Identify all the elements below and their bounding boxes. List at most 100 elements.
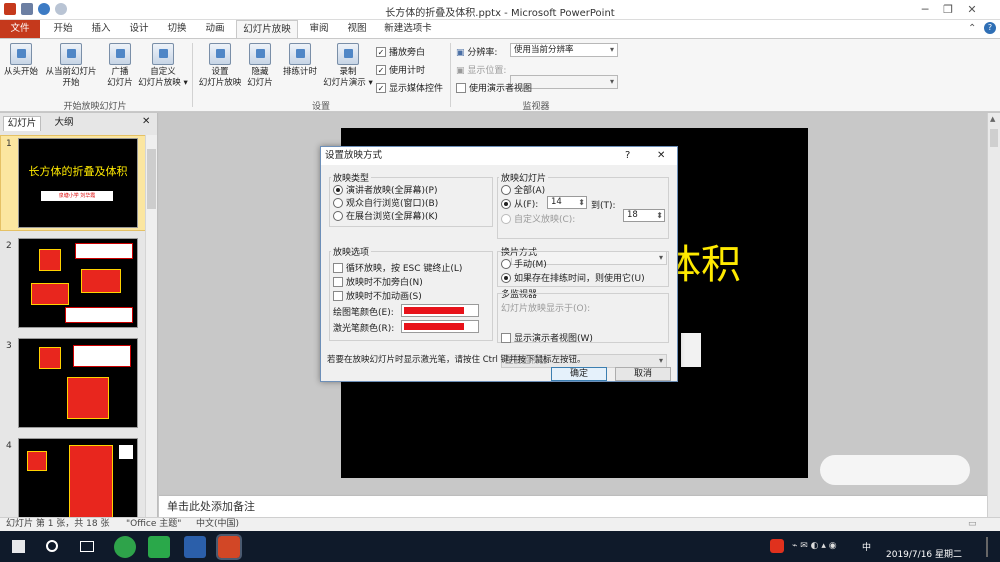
tab-design[interactable]: 设计 bbox=[122, 20, 156, 38]
radio-kiosk[interactable]: 在展台浏览(全屏幕)(K) bbox=[333, 209, 438, 222]
cuboid-shape bbox=[31, 283, 69, 305]
setup-show-icon bbox=[209, 43, 231, 65]
callout-box bbox=[119, 445, 133, 459]
browser-360-icon[interactable] bbox=[114, 536, 136, 558]
iqiyi-icon[interactable] bbox=[148, 536, 170, 558]
notes-pane[interactable]: 单击此处添加备注 bbox=[159, 495, 987, 517]
tab-home[interactable]: 开始 bbox=[46, 20, 80, 38]
windows-start-icon[interactable] bbox=[12, 540, 25, 553]
setup-show-button[interactable]: 设置 幻灯片放映 bbox=[196, 43, 244, 89]
ok-button[interactable]: 确定 bbox=[551, 367, 607, 381]
no-narration-checkbox[interactable]: 放映时不加旁白(N) bbox=[333, 275, 423, 288]
from-slide-input[interactable]: 14 bbox=[547, 196, 587, 209]
cancel-button[interactable]: 取消 bbox=[615, 367, 671, 381]
radio-from[interactable]: 从(F): bbox=[501, 197, 538, 210]
tab-slides[interactable]: 幻灯片 bbox=[3, 116, 41, 131]
record-show-button[interactable]: 录制 幻灯片演示 ▾ bbox=[322, 43, 374, 89]
use-presenter-view-checkbox[interactable]: 使用演示者视图 bbox=[456, 81, 532, 94]
broadcast-icon bbox=[109, 43, 131, 65]
from-start-button[interactable]: 从头开始 bbox=[2, 43, 40, 78]
radio-use-timings[interactable]: 如果存在排练时间，则使用它(U) bbox=[501, 271, 645, 284]
ribbon-collapse-icon[interactable]: ⌃ bbox=[968, 23, 976, 34]
callout-box bbox=[65, 307, 133, 323]
editor-scrollbar[interactable]: ▲ bbox=[987, 113, 1000, 517]
color-swatch bbox=[404, 307, 464, 314]
clock[interactable]: 2019/7/16 星期二 bbox=[886, 547, 962, 560]
scroll-up-icon[interactable]: ▲ bbox=[990, 115, 995, 123]
laser-color-label: 激光笔颜色(R): bbox=[333, 324, 395, 334]
task-view-icon[interactable] bbox=[80, 541, 94, 552]
radio-all[interactable]: 全部(A) bbox=[501, 183, 545, 196]
tab-slideshow[interactable]: 幻灯片放映 bbox=[236, 20, 298, 39]
group-label-monitors: 监视器 bbox=[522, 102, 550, 112]
scrollbar-thumb[interactable] bbox=[990, 129, 998, 147]
setup-show-dialog: 设置放映方式 ? ✕ 放映类型 演讲者放映(全屏幕)(P) 观众自行浏览(窗口)… bbox=[320, 146, 678, 382]
hide-slide-button[interactable]: 隐藏 幻灯片 bbox=[244, 43, 276, 89]
help-button[interactable]: ? bbox=[625, 150, 630, 161]
tab-insert[interactable]: 插入 bbox=[84, 20, 118, 38]
rehearse-timings-button[interactable]: 排练计时 bbox=[280, 43, 320, 78]
close-button[interactable]: ✕ bbox=[962, 3, 982, 16]
monitor-icon: ▣ bbox=[456, 48, 468, 58]
ribbon-separator bbox=[192, 43, 193, 107]
play-narrations-checkbox[interactable]: ✓ 播放旁白 bbox=[376, 45, 425, 58]
ime-indicator[interactable]: 中 bbox=[862, 540, 871, 553]
pen-color-picker[interactable] bbox=[401, 304, 479, 317]
slide-thumbnail-4[interactable] bbox=[18, 438, 138, 528]
sogou-ime-icon[interactable] bbox=[770, 539, 784, 553]
no-animation-checkbox[interactable]: 放映时不加动画(S) bbox=[333, 289, 422, 302]
word-icon[interactable] bbox=[184, 536, 206, 558]
to-slide-input[interactable]: 18 bbox=[623, 209, 665, 222]
group-label-start: 开始放映幻灯片 bbox=[63, 102, 127, 112]
slide-counter: 幻灯片 第 1 张，共 18 张 bbox=[6, 519, 110, 529]
presenter-view-checkbox[interactable]: 显示演示者视图(W) bbox=[501, 331, 593, 344]
use-timings-checkbox[interactable]: ✓ 使用计时 bbox=[376, 63, 425, 76]
laser-color-picker[interactable] bbox=[401, 320, 479, 333]
scrollbar-thumb[interactable] bbox=[147, 149, 156, 209]
tab-file[interactable]: 文件 bbox=[0, 20, 40, 38]
tab-new[interactable]: 新建选项卡 bbox=[380, 20, 436, 38]
restore-button[interactable]: ❐ bbox=[938, 3, 958, 16]
slide-thumbnail-1[interactable]: 长方体的折叠及体积 泉塘小学 刘华霞 bbox=[18, 138, 138, 228]
tab-animations[interactable]: 动画 bbox=[198, 20, 232, 38]
tab-view[interactable]: 视图 bbox=[340, 20, 374, 38]
cube-shape bbox=[39, 347, 61, 369]
slide-number: 3 bbox=[6, 341, 12, 351]
show-on-label: ▣ 显示位置: bbox=[456, 66, 507, 76]
radio-custom-show[interactable]: 自定义放映(C): bbox=[501, 212, 575, 225]
slide-thumbnail-3[interactable] bbox=[18, 338, 138, 428]
check-icon: ✓ bbox=[376, 64, 386, 75]
resolution-select[interactable]: 使用当前分辨率 bbox=[510, 43, 618, 57]
tray-icons[interactable]: ⌁ ✉ ◐ ▴ ◉ bbox=[792, 541, 837, 551]
radio-manual[interactable]: 手动(M) bbox=[501, 257, 547, 270]
title-bar: 长方体的折叠及体积.pptx - Microsoft PowerPoint ─ … bbox=[0, 0, 1000, 20]
slide-number: 1 bbox=[6, 139, 12, 149]
color-swatch bbox=[404, 323, 464, 330]
show-media-controls-checkbox[interactable]: ✓ 显示媒体控件 bbox=[376, 81, 443, 94]
radio-presenter[interactable]: 演讲者放映(全屏幕)(P) bbox=[333, 183, 437, 196]
show-desktop-button[interactable] bbox=[986, 537, 988, 557]
search-icon[interactable] bbox=[46, 540, 58, 552]
close-panel-icon[interactable]: ✕ bbox=[142, 116, 150, 127]
group-label-setup: 设置 bbox=[311, 102, 330, 112]
from-current-button[interactable]: 从当前幻灯片 开始 bbox=[40, 43, 102, 89]
radio-window[interactable]: 观众自行浏览(窗口)(B) bbox=[333, 196, 438, 209]
slide-subtitle-box bbox=[681, 333, 701, 367]
minimize-button[interactable]: ─ bbox=[915, 3, 935, 16]
pen-color-label: 绘图笔颜色(E): bbox=[333, 308, 394, 318]
powerpoint-icon[interactable] bbox=[216, 534, 242, 560]
rehearse-icon bbox=[289, 43, 311, 65]
custom-show-button[interactable]: 自定义 幻灯片放映 ▾ bbox=[138, 43, 188, 89]
tab-outline[interactable]: 大纲 bbox=[46, 116, 82, 131]
dialog-close-button[interactable]: ✕ bbox=[657, 150, 665, 161]
tab-review[interactable]: 审阅 bbox=[302, 20, 336, 38]
ribbon-separator bbox=[450, 43, 451, 107]
dialog-title: 设置放映方式 bbox=[321, 147, 677, 165]
fit-window-icon[interactable]: ▭ bbox=[968, 518, 977, 531]
help-icon[interactable]: ? bbox=[984, 22, 996, 34]
tab-transitions[interactable]: 切换 bbox=[160, 20, 194, 38]
loop-checkbox[interactable]: 循环放映，按 ESC 键终止(L) bbox=[333, 261, 462, 274]
broadcast-button[interactable]: 广播 幻灯片 bbox=[102, 43, 138, 89]
panel-scrollbar[interactable] bbox=[145, 135, 157, 517]
slide-thumbnail-2[interactable] bbox=[18, 238, 138, 328]
